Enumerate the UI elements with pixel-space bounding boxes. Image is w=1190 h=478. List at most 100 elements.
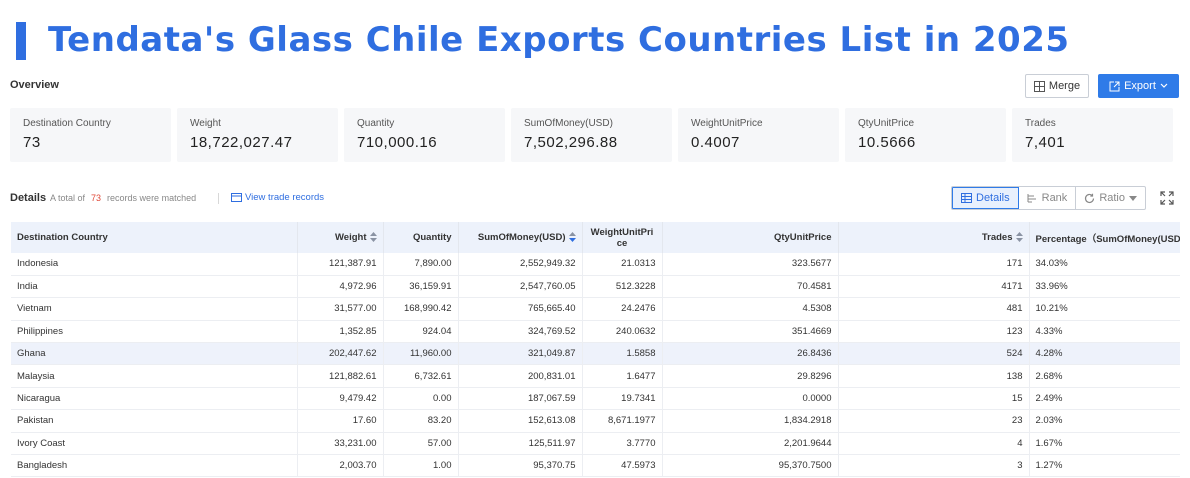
cell-sum-of-money: 125,511.97	[458, 432, 583, 456]
cell-sum-of-money: 2,547,760.05	[458, 275, 583, 299]
stat-label: Quantity	[357, 118, 395, 129]
cell-weight-unit-price: 3.7770	[582, 432, 663, 456]
tab-ratio[interactable]: Ratio	[1076, 187, 1145, 209]
cell-sum-of-money: 95,370.75	[458, 454, 583, 478]
cell-country: Nicaragua	[11, 387, 298, 411]
table-row[interactable]: Philippines 1,352.85 924.04 324,769.52 240.0…	[11, 320, 1180, 344]
cell-weight-unit-price: 24.2476	[582, 297, 663, 321]
table-icon	[961, 193, 972, 203]
records-count: 73	[91, 193, 102, 203]
cell-weight: 4,972.96	[297, 275, 384, 299]
title-accent-bar	[16, 22, 26, 60]
table-row[interactable]: India 4,972.96 36,159.91 2,547,760.05 512.32…	[11, 275, 1180, 299]
table-row[interactable]: Bangladesh 2,003.70 1.00 95,370.75 47.5973 95…	[11, 454, 1180, 478]
cell-weight: 202,447.62	[297, 342, 384, 366]
col-header-sum-of-money[interactable]: SumOfMoney(USD)	[458, 222, 583, 253]
cell-qty-unit-price: 351.4669	[662, 320, 839, 344]
cell-weight: 17.60	[297, 409, 384, 433]
stat-card-trades: Trades 7,401	[1012, 108, 1173, 162]
stat-value: 18,722,027.47	[190, 134, 293, 151]
table-row[interactable]: Indonesia 121,387.91 7,890.00 2,552,949.32 2…	[11, 253, 1180, 276]
export-icon	[1109, 81, 1120, 91]
table-row[interactable]: Nicaragua 9,479.42 0.00 187,067.59 19.7341 0.…	[11, 387, 1180, 411]
cell-trades: 123	[838, 320, 1030, 344]
cell-weight: 33,231.00	[297, 432, 384, 456]
cell-weight: 121,387.91	[297, 253, 384, 276]
view-trade-records-label: View trade records	[245, 192, 325, 203]
table-header-row: Destination Country Weight Quantity SumO…	[11, 222, 1180, 253]
stat-card-weight: Weight 18,722,027.47	[177, 108, 338, 162]
cell-weight-unit-price: 1.6477	[582, 364, 663, 388]
tab-details-label: Details	[976, 192, 1010, 204]
table-row[interactable]: Ghana 202,447.62 11,960.00 321,049.87 1.5858…	[11, 342, 1180, 366]
cell-weight: 1,352.85	[297, 320, 384, 344]
merge-button[interactable]: Merge	[1025, 74, 1089, 98]
cell-qty-unit-price: 2,201.9644	[662, 432, 839, 456]
stat-card-qty-unit-price: QtyUnitPrice 10.5666	[845, 108, 1006, 162]
cell-quantity: 924.04	[383, 320, 459, 344]
col-header-qty-unit-price: QtyUnitPrice	[662, 222, 839, 253]
stat-label: SumOfMoney(USD)	[524, 118, 613, 129]
cell-quantity: 7,890.00	[383, 253, 459, 276]
merge-button-label: Merge	[1048, 80, 1081, 92]
cell-weight-unit-price: 47.5973	[582, 454, 663, 478]
table-row[interactable]: Ivory Coast 33,231.00 57.00 125,511.97 3.777…	[11, 432, 1180, 456]
cell-country: Bangladesh	[11, 454, 298, 478]
cell-percentage: 4.33%	[1029, 320, 1180, 344]
cell-quantity: 168,990.42	[383, 297, 459, 321]
table-row[interactable]: Malaysia 121,882.61 6,732.61 200,831.01 1.64…	[11, 364, 1180, 388]
stat-value: 7,401	[1025, 134, 1066, 151]
stat-card-sum-of-money: SumOfMoney(USD) 7,502,296.88	[511, 108, 672, 162]
cell-trades: 4171	[838, 275, 1030, 299]
cell-sum-of-money: 2,552,949.32	[458, 253, 583, 276]
cell-percentage: 10.21%	[1029, 297, 1180, 321]
stat-label: Trades	[1025, 118, 1056, 129]
details-table: Destination Country Weight Quantity SumO…	[11, 222, 1180, 478]
page-title: Tendata's Glass Chile Exports Countries …	[48, 20, 1070, 60]
tab-rank[interactable]: Rank	[1019, 187, 1077, 209]
table-row[interactable]: Pakistan 17.60 83.20 152,613.08 8,671.1977 1,…	[11, 409, 1180, 433]
cell-weight: 9,479.42	[297, 387, 384, 411]
cell-weight: 2,003.70	[297, 454, 384, 478]
stat-label: Weight	[190, 118, 221, 129]
sort-icon[interactable]	[1015, 232, 1023, 243]
cell-quantity: 6,732.61	[383, 364, 459, 388]
cell-quantity: 0.00	[383, 387, 459, 411]
cell-country: Philippines	[11, 320, 298, 344]
cell-quantity: 83.20	[383, 409, 459, 433]
rank-icon	[1027, 194, 1036, 203]
cell-weight-unit-price: 240.0632	[582, 320, 663, 344]
cell-percentage: 4.28%	[1029, 342, 1180, 366]
sort-icon[interactable]	[568, 232, 576, 243]
cell-percentage: 1.67%	[1029, 432, 1180, 456]
cell-percentage: 33.96%	[1029, 275, 1180, 299]
export-button[interactable]: Export	[1098, 74, 1179, 98]
cell-qty-unit-price: 70.4581	[662, 275, 839, 299]
col-header-weight-unit-price: WeightUnitPrice	[582, 222, 663, 253]
col-header-trades[interactable]: Trades	[838, 222, 1030, 253]
details-label: Details	[10, 192, 47, 204]
stat-value: 710,000.16	[357, 134, 438, 151]
records-suffix: records were matched	[107, 193, 197, 203]
col-header-weight[interactable]: Weight	[297, 222, 384, 253]
cell-qty-unit-price: 26.8436	[662, 342, 839, 366]
cell-country: Malaysia	[11, 364, 298, 388]
cell-quantity: 36,159.91	[383, 275, 459, 299]
divider	[218, 193, 219, 204]
cell-qty-unit-price: 95,370.7500	[662, 454, 839, 478]
cell-sum-of-money: 324,769.52	[458, 320, 583, 344]
caret-down-icon	[1129, 195, 1137, 201]
view-trade-records-link[interactable]: View trade records	[231, 192, 324, 203]
cell-percentage: 2.49%	[1029, 387, 1180, 411]
fullscreen-icon[interactable]	[1160, 191, 1174, 205]
stat-card-quantity: Quantity 710,000.16	[344, 108, 505, 162]
cell-weight-unit-price: 21.0313	[582, 253, 663, 276]
merge-icon	[1033, 80, 1045, 92]
tab-details[interactable]: Details	[952, 187, 1019, 209]
cell-qty-unit-price: 4.5308	[662, 297, 839, 321]
cell-trades: 138	[838, 364, 1030, 388]
records-matched-text: A total of 73 records were matched	[50, 193, 196, 203]
cell-percentage: 34.03%	[1029, 253, 1180, 276]
sort-icon[interactable]	[369, 232, 377, 243]
table-row[interactable]: Vietnam 31,577.00 168,990.42 765,665.40 24.2…	[11, 297, 1180, 321]
